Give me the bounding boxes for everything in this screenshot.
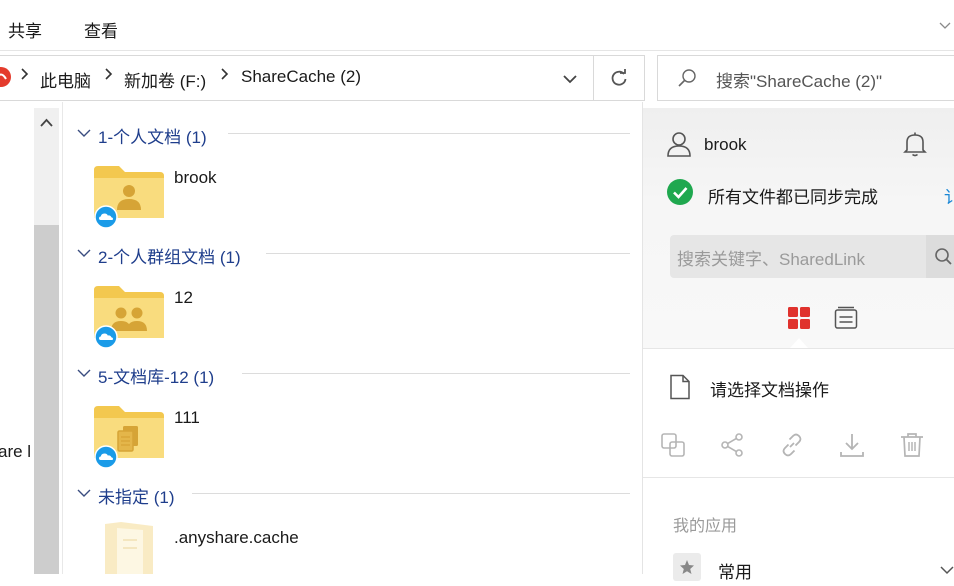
document-icon <box>669 374 691 405</box>
breadcrumb-current-folder[interactable]: ShareCache (2) <box>241 67 361 87</box>
share-icon[interactable] <box>719 432 745 463</box>
breadcrumb-separator-icon[interactable] <box>104 66 114 85</box>
sync-success-icon <box>667 179 693 210</box>
cloud-sync-badge-icon <box>94 445 118 474</box>
scroll-up-button[interactable] <box>34 108 59 136</box>
link-icon[interactable] <box>779 432 805 463</box>
panel-search-button[interactable] <box>926 235 954 278</box>
file-item-name[interactable]: 111 <box>174 408 200 428</box>
breadcrumb-volume[interactable]: 新加卷 (F:) <box>124 67 206 92</box>
panel-divider <box>643 477 954 478</box>
file-item-name[interactable]: brook <box>174 168 217 188</box>
file-item-name[interactable]: .anyshare.cache <box>174 528 299 548</box>
ribbon-tab-share[interactable]: 共享 <box>8 17 42 42</box>
group-header[interactable]: 5-文档库-12 (1) <box>98 363 214 388</box>
group-header[interactable]: 2-个人群组文档 (1) <box>98 243 241 268</box>
breadcrumb-separator-icon[interactable] <box>220 66 230 85</box>
download-icon[interactable] <box>839 432 865 463</box>
sync-status-text: 所有文件都已同步完成 <box>708 188 878 207</box>
delete-icon[interactable] <box>899 432 925 463</box>
cloud-sync-badge-icon <box>94 205 118 234</box>
active-tab-pointer <box>790 338 808 348</box>
notification-bell-icon[interactable] <box>903 131 927 162</box>
breadcrumb-separator-icon[interactable] <box>20 66 30 85</box>
sync-details-link[interactable]: 讠 <box>944 183 954 208</box>
group-divider <box>228 133 630 134</box>
panel-search-input[interactable]: 搜索关键字、SharedLink <box>677 245 865 270</box>
panel-username[interactable]: brook <box>704 135 747 155</box>
panel-divider <box>643 348 954 349</box>
cloud-sync-badge-icon <box>94 325 118 354</box>
copy-icon[interactable] <box>660 432 686 463</box>
group-header[interactable]: 未指定 (1) <box>98 483 175 508</box>
group-collapse-icon[interactable] <box>77 486 91 501</box>
ribbon <box>0 0 954 51</box>
anyshare-icon <box>0 66 12 88</box>
group-divider <box>242 373 630 374</box>
user-icon[interactable] <box>666 131 692 162</box>
address-history-dropdown-icon[interactable] <box>562 72 578 90</box>
nav-item-partial[interactable]: are l <box>0 442 31 462</box>
apps-category-star-icon[interactable] <box>673 553 701 581</box>
search-input[interactable]: 搜索"ShareCache (2)" <box>716 67 882 92</box>
list-view-icon[interactable] <box>834 306 858 335</box>
group-collapse-icon[interactable] <box>77 126 91 141</box>
apps-category-common[interactable]: 常用 <box>718 558 752 583</box>
nav-scrollbar-thumb[interactable] <box>34 225 59 574</box>
breadcrumb-this-pc[interactable]: 此电脑 <box>40 67 91 92</box>
ribbon-tab-view[interactable]: 查看 <box>84 17 118 42</box>
apps-category-expand-icon[interactable] <box>940 562 954 580</box>
folder-hidden-icon[interactable] <box>103 520 155 579</box>
group-divider <box>266 253 630 254</box>
group-collapse-icon[interactable] <box>77 366 91 381</box>
ribbon-expand-icon[interactable] <box>938 18 952 32</box>
group-collapse-icon[interactable] <box>77 246 91 261</box>
search-icon <box>677 68 697 93</box>
doc-operation-prompt: 请选择文档操作 <box>710 381 829 400</box>
group-header[interactable]: 1-个人文档 (1) <box>98 123 207 148</box>
refresh-icon <box>609 68 629 93</box>
group-divider <box>192 493 630 494</box>
file-item-name[interactable]: 12 <box>174 288 193 308</box>
grid-view-icon[interactable] <box>787 306 811 335</box>
my-apps-heading: 我的应用 <box>673 518 738 535</box>
